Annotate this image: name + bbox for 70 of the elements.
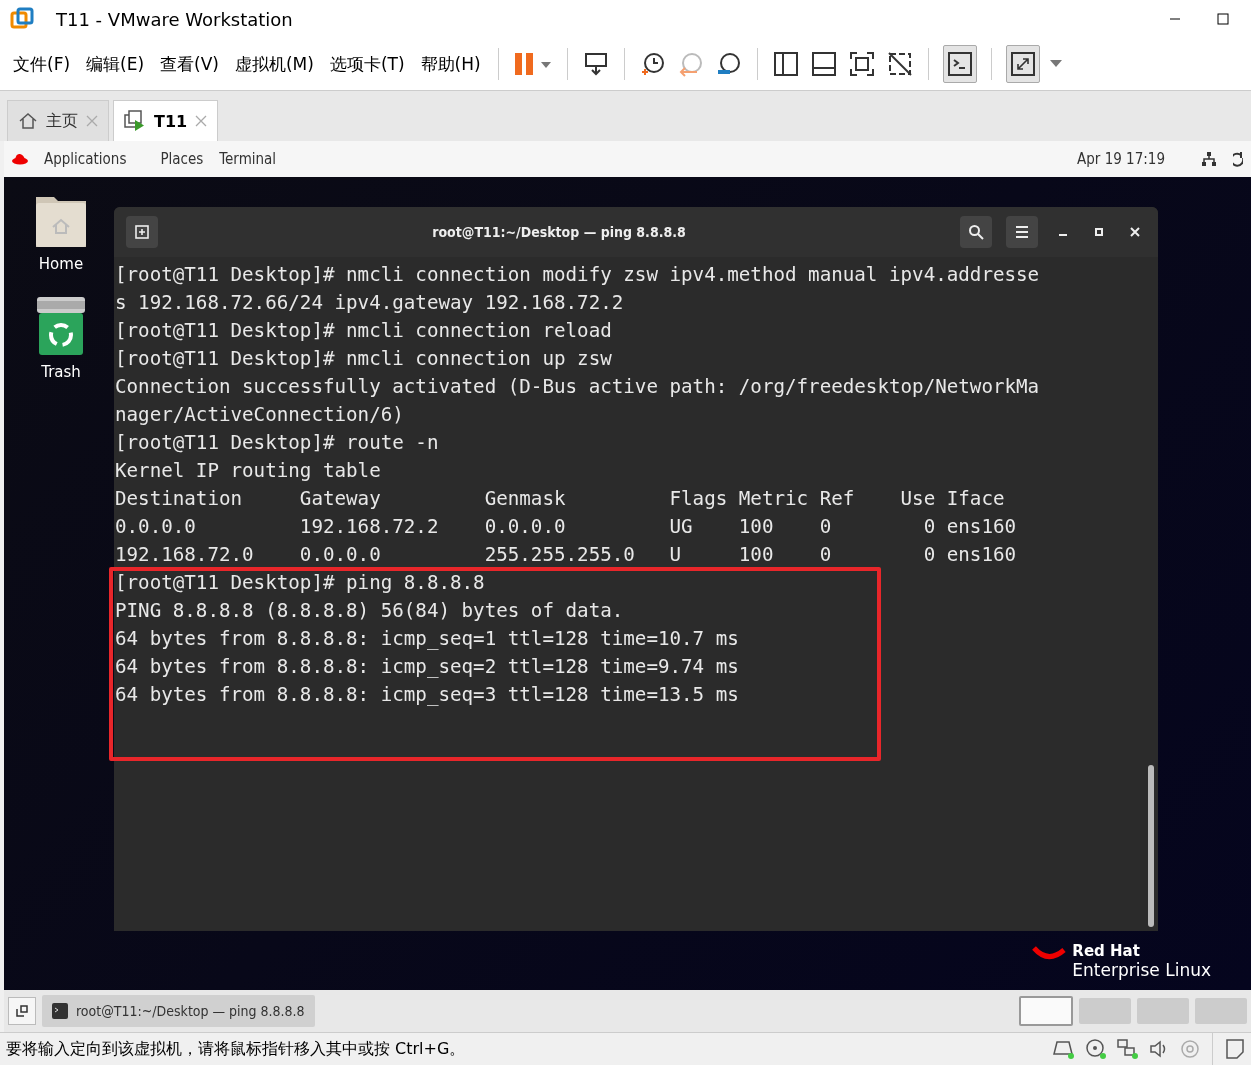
- hard-disk-icon[interactable]: [1052, 1038, 1076, 1060]
- terminal-line: [root@T11 Desktop]# nmcli connection modify zsw ipv4.method manual ipv4.addresse: [115, 262, 1041, 288]
- menu-button[interactable]: [1006, 216, 1038, 248]
- message-log-icon[interactable]: [1225, 1038, 1245, 1060]
- terminal-line: 192.168.72.0 0.0.0.0 255.255.255.0 U 100 0 0 ens160: [115, 542, 1018, 568]
- window-title: T11 - VMware Workstation: [56, 8, 293, 30]
- taskbar-item[interactable]: root@T11:~/Desktop — ping 8.8.8.8: [42, 995, 315, 1027]
- top-bar-menu[interactable]: Places: [160, 150, 204, 168]
- new-tab-button[interactable]: [126, 216, 158, 248]
- status-message: 要将输入定向到该虚拟机，请将鼠标指针移入其中或按 Ctrl+G。: [6, 1038, 466, 1060]
- terminal-line: Kernel IP routing table: [115, 458, 382, 484]
- terminal-line: [root@T11 Desktop]# ping 8.8.8.8: [115, 570, 486, 596]
- menu-icon: [1015, 226, 1029, 238]
- menu-item[interactable]: 选项卡(T): [326, 52, 408, 76]
- workspace-thumbnail[interactable]: [1137, 998, 1189, 1024]
- terminal-line: 64 bytes from 8.8.8.8: icmp_seq=3 ttl=128 time=13.5 ms: [115, 682, 740, 708]
- top-bar-menu[interactable]: Terminal: [219, 150, 277, 168]
- plus-icon: [135, 225, 149, 239]
- windows-icon: [16, 1005, 28, 1017]
- home-icon: [18, 111, 38, 131]
- terminal-line: [root@T11 Desktop]# nmcli connection reload: [115, 318, 613, 344]
- vm-icon: [124, 110, 146, 132]
- brand-text: Red Hat: [1072, 942, 1141, 960]
- redhat-icon: [12, 153, 28, 165]
- terminal-icon: [52, 1003, 68, 1019]
- menu-item[interactable]: 文件(F): [10, 52, 74, 76]
- desktop-icon-label: Home: [38, 255, 84, 273]
- terminal-line: 0.0.0.0 192.168.72.2 0.0.0.0 UG 100 0 0 ens160: [115, 514, 1018, 540]
- terminal-title: root@T11:~/Desktop — ping 8.8.8.8: [431, 224, 687, 240]
- brand-text: Enterprise Linux: [1072, 960, 1211, 980]
- fullscreen-icon[interactable]: [847, 50, 876, 78]
- menu-item[interactable]: 查看(V): [157, 52, 222, 76]
- terminal-line: nager/ActiveConnection/6): [115, 402, 405, 428]
- pause-icon[interactable]: [512, 50, 553, 78]
- desktop-icon-label: Trash: [41, 363, 81, 381]
- terminal-line: [root@T11 Desktop]# route -n: [115, 430, 440, 456]
- search-icon: [968, 224, 984, 240]
- tab[interactable]: 主页: [7, 100, 109, 141]
- console-view-button[interactable]: [942, 45, 977, 83]
- terminal-line: 64 bytes from 8.8.8.8: icmp_seq=1 ttl=128 time=10.7 ms: [115, 626, 740, 652]
- terminal-line: PING 8.8.8.8 (8.8.8.8) 56(84) bytes of data.: [115, 598, 625, 624]
- terminal-line: 64 bytes from 8.8.8.8: icmp_seq=2 ttl=128 time=9.74 ms: [115, 654, 740, 680]
- show-desktop-button[interactable]: [8, 997, 36, 1025]
- terminal-line: s 192.168.72.66/24 ipv4.gateway 192.168.72.2: [115, 290, 625, 316]
- terminal-line: Connection successfully activated (D-Bus active path: /org/freedesktop/NetworkMa: [115, 374, 1041, 400]
- cd-icon[interactable]: [1084, 1038, 1108, 1060]
- workspace-thumbnail[interactable]: [1079, 998, 1131, 1024]
- dropdown-arrow-icon[interactable]: [1049, 60, 1062, 68]
- stretch-view-button[interactable]: [1005, 45, 1040, 83]
- workspace-thumbnail[interactable]: [1195, 998, 1247, 1024]
- menu-item[interactable]: 帮助(H): [417, 52, 484, 76]
- scrollbar[interactable]: [1148, 765, 1154, 927]
- search-button[interactable]: [960, 216, 992, 248]
- menu-item[interactable]: 编辑(E): [83, 52, 148, 76]
- unity-icon[interactable]: [885, 50, 914, 78]
- app-logo-icon: [10, 7, 34, 31]
- power-icon[interactable]: [1233, 151, 1243, 167]
- menu-item[interactable]: 虚拟机(M): [231, 52, 317, 76]
- thumbnail-bar-icon[interactable]: [809, 50, 838, 78]
- clock[interactable]: Apr 19 17:19: [1077, 150, 1165, 168]
- terminal-line: [root@T11 Desktop]# nmcli connection up zsw: [115, 346, 613, 372]
- workspace-thumbnail[interactable]: [1019, 996, 1073, 1026]
- network-icon[interactable]: [1201, 151, 1217, 167]
- trash-icon[interactable]: [36, 295, 86, 357]
- tab[interactable]: T11: [113, 100, 219, 141]
- top-bar-menu[interactable]: Applications: [44, 150, 127, 168]
- network-adapter-icon[interactable]: [1116, 1038, 1140, 1060]
- terminal-line: Destination Gateway Genmask Flags Metric Ref Use Iface: [115, 486, 1006, 512]
- maximize-icon[interactable]: [1217, 13, 1229, 25]
- sidebar-icon[interactable]: [771, 50, 800, 78]
